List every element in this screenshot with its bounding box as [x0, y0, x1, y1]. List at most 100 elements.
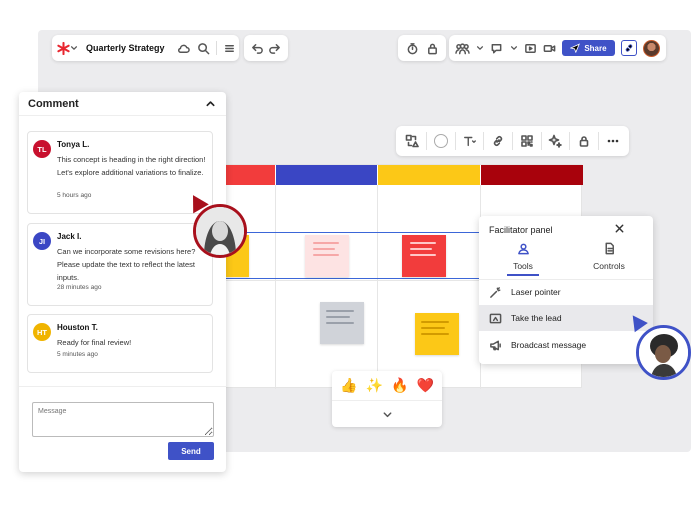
- timer-toolbar: [398, 35, 446, 61]
- item-label: Broadcast message: [511, 340, 587, 350]
- item-label: Take the lead: [511, 313, 562, 323]
- lead-screen-icon: [489, 312, 502, 325]
- tools-person-icon: [493, 242, 553, 257]
- app-logo-icon[interactable]: [57, 41, 70, 55]
- selection-guide-line: [223, 278, 481, 279]
- close-icon[interactable]: [614, 223, 625, 234]
- copy-link-button[interactable]: [620, 40, 637, 56]
- comment-card[interactable]: HT Houston T. Ready for final review! 5 …: [27, 314, 213, 373]
- divider: [426, 132, 428, 150]
- comment-text: Can we incorporate some revisions here? …: [57, 247, 196, 282]
- comment-panel-header: Comment: [19, 92, 226, 116]
- search-icon[interactable]: [197, 42, 210, 55]
- avatar: JI: [33, 232, 51, 250]
- laser-pointer-icon: [489, 286, 502, 299]
- laser-pointer-item[interactable]: Laser pointer: [479, 279, 653, 305]
- qr-code-icon[interactable]: [520, 134, 534, 148]
- thumbs-up-reaction[interactable]: 👍: [340, 377, 357, 394]
- column-divider: [377, 185, 378, 389]
- comment-icon[interactable]: [490, 42, 503, 55]
- avatar: TL: [33, 140, 51, 158]
- divider: [215, 41, 217, 55]
- divider: [454, 132, 456, 150]
- comment-time: 5 hours ago: [57, 192, 92, 199]
- chevron-down-icon[interactable]: [70, 44, 78, 52]
- document-title[interactable]: Quarterly Strategy: [86, 43, 165, 53]
- collaboration-toolbar: Share: [449, 35, 666, 61]
- divider: [569, 132, 571, 150]
- tab-label: Tools: [513, 261, 533, 271]
- message-input[interactable]: [32, 402, 214, 437]
- chevron-down-icon[interactable]: [510, 44, 518, 52]
- fire-reaction[interactable]: 🔥: [391, 377, 408, 394]
- avatar: HT: [33, 323, 51, 341]
- divider: [540, 132, 542, 150]
- comment-time: 5 minutes ago: [57, 351, 98, 358]
- item-label: Laser pointer: [511, 287, 561, 297]
- timer-icon[interactable]: [406, 42, 419, 55]
- text-format-icon[interactable]: [463, 134, 477, 148]
- facilitator-panel: Facilitator panel Tools Controls Laser p…: [479, 216, 653, 364]
- link-icon: [625, 44, 633, 52]
- share-button[interactable]: Share: [562, 40, 615, 56]
- chevron-down-icon[interactable]: [476, 44, 484, 52]
- user-avatar[interactable]: [642, 39, 660, 57]
- undo-icon[interactable]: [251, 42, 264, 55]
- comment-text: Ready for final review!: [57, 338, 132, 347]
- cloud-sync-icon[interactable]: [177, 42, 190, 55]
- selection-guide-line: [223, 232, 481, 233]
- sticky-note[interactable]: [402, 235, 446, 277]
- color-picker[interactable]: [433, 134, 448, 148]
- lock-icon[interactable]: [577, 134, 591, 148]
- sparkles-reaction[interactable]: ✨: [366, 377, 383, 394]
- divider: [597, 132, 599, 150]
- tab-label: Controls: [593, 261, 625, 271]
- tab-tools[interactable]: Tools: [493, 242, 553, 271]
- menu-icon[interactable]: [223, 42, 236, 55]
- history-toolbar: [244, 35, 288, 61]
- document-toolbar: Quarterly Strategy: [52, 35, 239, 61]
- ai-sparkle-icon[interactable]: [548, 134, 563, 148]
- swap-shape-icon[interactable]: [405, 134, 420, 148]
- sticky-note[interactable]: [415, 313, 459, 355]
- video-icon[interactable]: [543, 42, 556, 55]
- link-icon[interactable]: [491, 134, 505, 148]
- sticky-note[interactable]: [320, 302, 364, 344]
- column-divider: [275, 185, 276, 389]
- megaphone-icon: [489, 339, 502, 352]
- object-toolbar: [396, 126, 629, 156]
- reaction-picker: 👍 ✨ 🔥 ❤️: [332, 371, 442, 427]
- divider: [483, 132, 485, 150]
- comment-text: This concept is heading in the right dir…: [57, 155, 206, 177]
- person-photo-icon: [196, 207, 244, 255]
- collaborator-avatar: [636, 325, 691, 380]
- tab-controls[interactable]: Controls: [579, 242, 639, 271]
- comment-card[interactable]: TL Tonya L. This concept is heading in t…: [27, 131, 213, 214]
- chevron-down-icon[interactable]: [382, 409, 393, 420]
- sticky-note[interactable]: [305, 235, 349, 277]
- comment-author: Houston T.: [57, 323, 98, 332]
- collaborator-avatar: [193, 204, 247, 258]
- more-options-icon[interactable]: [606, 134, 620, 148]
- send-icon: [570, 43, 581, 53]
- column-header-darkred: [481, 165, 583, 185]
- comment-panel: Comment TL Tonya L. This concept is head…: [19, 92, 226, 472]
- send-button[interactable]: Send: [168, 442, 214, 460]
- collaborators-icon[interactable]: [455, 42, 470, 55]
- lock-icon[interactable]: [426, 42, 439, 55]
- comment-card[interactable]: JI Jack I. Can we incorporate some revis…: [27, 223, 213, 306]
- active-tab-indicator: [507, 274, 539, 276]
- redo-icon[interactable]: [268, 42, 281, 55]
- column-header-yellow: [378, 165, 480, 185]
- person-photo-icon: [639, 328, 688, 377]
- facilitator-panel-title: Facilitator panel: [489, 225, 553, 235]
- comment-time: 28 minutes ago: [57, 284, 102, 291]
- heart-reaction[interactable]: ❤️: [417, 377, 434, 394]
- divider: [19, 386, 226, 387]
- broadcast-message-item[interactable]: Broadcast message: [479, 332, 653, 358]
- document-icon: [579, 242, 639, 257]
- present-icon[interactable]: [524, 42, 537, 55]
- chevron-up-icon[interactable]: [205, 98, 216, 109]
- reaction-row: 👍 ✨ 🔥 ❤️: [332, 371, 442, 401]
- column-header-red: [223, 165, 275, 185]
